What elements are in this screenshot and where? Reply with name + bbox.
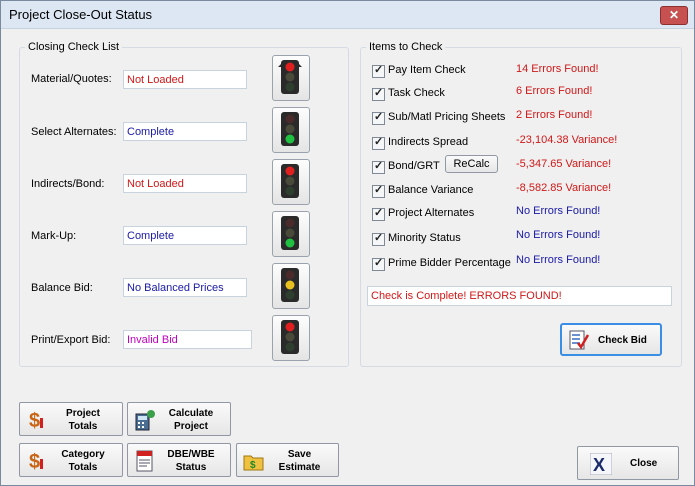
check-label: Prime Bidder Percentage [388, 257, 511, 269]
indirects-bond-light-button[interactable] [272, 159, 310, 205]
check-label: Task Check [388, 87, 445, 99]
balance-variance-result: -8,582.85 Variance! [516, 182, 612, 194]
task-check-result: 6 Errors Found! [516, 85, 593, 97]
window-title: Project Close-Out Status [9, 7, 153, 22]
indirects-bond-field: Not Loaded [123, 174, 247, 193]
save-estimate-button[interactable]: $ Save Estimate [236, 443, 339, 477]
indirects-bond-label: Indirects/Bond: [31, 178, 105, 190]
traffic-light-red-icon [281, 164, 299, 198]
pay-item-checkbox[interactable] [372, 63, 385, 78]
bond-grt-checkbox[interactable] [372, 159, 385, 174]
minority-status-checkbox[interactable] [372, 231, 385, 246]
closing-check-list-legend: Closing Check List [25, 41, 123, 53]
traffic-light-green-icon [281, 216, 299, 250]
dbe-report-icon [136, 450, 153, 472]
check-bid-label: Check Bid [598, 335, 647, 346]
balance-bid-field: No Balanced Prices [123, 278, 247, 297]
svg-text:$: $ [250, 460, 256, 471]
select-alternates-label: Select Alternates: [31, 126, 117, 138]
close-x-icon: X [590, 453, 612, 475]
dbe-wbe-status-button[interactable]: DBE/WBE Status [127, 443, 231, 477]
items-to-check-legend: Items to Check [366, 41, 446, 53]
select-alternates-field: Complete [123, 122, 247, 141]
category-totals-button[interactable]: $ Category Totals [19, 443, 123, 477]
sub-matl-result: 2 Errors Found! [516, 109, 593, 121]
window-close-button[interactable]: ✕ [660, 6, 688, 25]
mark-up-light-button[interactable] [272, 211, 310, 257]
calculate-project-label: Calculate Project [168, 408, 214, 432]
task-check-checkbox[interactable] [372, 86, 385, 101]
title-bar: Project Close-Out Status ✕ [1, 1, 694, 29]
mark-up-label: Mark-Up: [31, 230, 77, 242]
mark-up-field: Complete [123, 226, 247, 245]
project-alternates-checkbox[interactable] [372, 206, 385, 221]
recalc-button[interactable]: ReCalc [445, 155, 498, 173]
check-label: Balance Variance [388, 184, 474, 196]
balance-bid-light-button[interactable] [272, 263, 310, 309]
traffic-light-red-icon [278, 60, 302, 94]
recalc-label: ReCalc [453, 158, 490, 170]
traffic-light-red-icon [281, 320, 299, 354]
indirects-spread-result: -23,104.38 Variance! [516, 134, 618, 146]
check-label: Bond/GRT [388, 160, 440, 172]
sub-matl-checkbox[interactable] [372, 110, 385, 125]
material-quotes-label: Material/Quotes: [31, 73, 112, 85]
material-quotes-field: Not Loaded [123, 70, 247, 89]
calculator-icon [135, 410, 155, 431]
project-alternates-result: No Errors Found! [516, 205, 601, 217]
minority-status-result: No Errors Found! [516, 229, 601, 241]
pay-item-result: 14 Errors Found! [516, 63, 599, 75]
save-folder-icon: $ [243, 455, 264, 471]
traffic-light-green-icon [281, 112, 299, 146]
close-label: Close [630, 458, 658, 469]
check-label: Project Alternates [388, 207, 475, 219]
select-alternates-light-button[interactable] [272, 107, 310, 153]
close-button[interactable]: X Close [577, 446, 679, 480]
print-export-bid-light-button[interactable] [272, 315, 310, 361]
dollar-totals-icon: $ [29, 410, 43, 432]
check-label: Minority Status [388, 232, 461, 244]
check-label: Pay Item Check [388, 64, 466, 76]
balance-bid-label: Balance Bid: [31, 282, 93, 294]
save-estimate-label: Save Estimate [278, 449, 321, 473]
svg-text:$: $ [29, 451, 40, 473]
print-export-bid-field: Invalid Bid [123, 330, 252, 349]
material-quotes-light-button[interactable] [272, 55, 310, 101]
project-closeout-window: Project Close-Out Status ✕ Closing Check… [0, 0, 695, 486]
check-label: Sub/Matl Pricing Sheets [388, 111, 506, 123]
print-export-bid-label: Print/Export Bid: [31, 334, 111, 346]
indirects-spread-checkbox[interactable] [372, 135, 385, 150]
check-summary-field: Check is Complete! ERRORS FOUND! [367, 286, 672, 306]
prime-bidder-checkbox[interactable] [372, 256, 385, 271]
dollar-totals-icon: $ [29, 451, 43, 473]
checklist-icon [569, 330, 590, 350]
project-totals-button[interactable]: $ Project Totals [19, 402, 123, 436]
check-bid-button[interactable]: Check Bid [560, 323, 662, 356]
project-totals-label: Project Totals [66, 408, 100, 432]
bond-grt-result: -5,347.65 Variance! [516, 158, 612, 170]
dbe-wbe-status-label: DBE/WBE Status [167, 449, 215, 473]
svg-text:X: X [593, 455, 605, 475]
balance-variance-checkbox[interactable] [372, 183, 385, 198]
category-totals-label: Category Totals [61, 449, 105, 473]
calculate-project-button[interactable]: Calculate Project [127, 402, 231, 436]
traffic-light-yellow-icon [281, 268, 299, 302]
svg-text:$: $ [29, 410, 40, 432]
check-label: Indirects Spread [388, 136, 469, 148]
prime-bidder-result: No Errors Found! [516, 254, 601, 266]
